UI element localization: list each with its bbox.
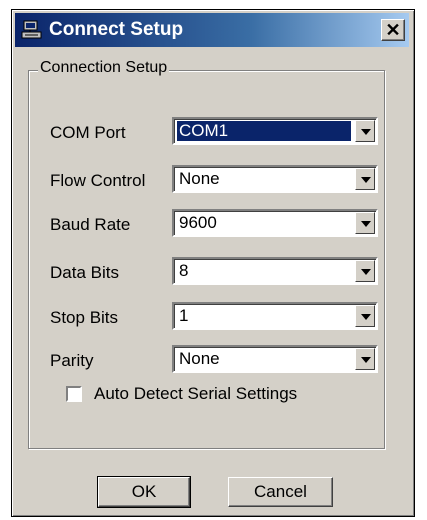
auto-detect-label[interactable]: Auto Detect Serial Settings xyxy=(94,383,297,405)
com-port-select[interactable]: COM1 xyxy=(172,117,378,145)
parity-select[interactable]: None xyxy=(172,345,378,373)
baud-rate-select[interactable]: 9600 xyxy=(172,209,378,237)
com-port-label: COM Port xyxy=(50,123,126,142)
chevron-down-icon[interactable] xyxy=(355,212,375,234)
chevron-down-icon[interactable] xyxy=(355,168,375,190)
stop-bits-value: 1 xyxy=(179,306,189,325)
flow-control-value: None xyxy=(179,169,220,188)
data-bits-label: Data Bits xyxy=(50,263,119,282)
auto-detect-checkbox[interactable] xyxy=(66,386,82,402)
baud-rate-value: 9600 xyxy=(179,213,217,232)
parity-value: None xyxy=(179,349,220,368)
data-bits-value: 8 xyxy=(179,261,189,280)
window-title: Connect Setup xyxy=(49,19,184,40)
chevron-down-icon[interactable] xyxy=(355,260,375,282)
cancel-button[interactable]: Cancel xyxy=(228,477,333,507)
stop-bits-select[interactable]: 1 xyxy=(172,302,378,330)
close-icon: ✕ xyxy=(385,20,401,40)
parity-label: Parity xyxy=(50,351,94,370)
data-bits-select[interactable]: 8 xyxy=(172,257,378,285)
chevron-down-icon[interactable] xyxy=(355,305,375,327)
baud-rate-label: Baud Rate xyxy=(50,215,131,234)
flow-control-select[interactable]: None xyxy=(172,165,378,193)
title-bar[interactable]: Connect Setup ✕ xyxy=(15,13,409,47)
group-label: Connection Setup xyxy=(38,58,170,78)
stop-bits-label: Stop Bits xyxy=(50,308,119,327)
chevron-down-icon[interactable] xyxy=(355,348,375,370)
com-port-value: COM1 xyxy=(176,120,352,142)
ok-button[interactable]: OK xyxy=(97,476,191,508)
chevron-down-icon[interactable] xyxy=(355,120,375,142)
close-button[interactable]: ✕ xyxy=(381,19,405,41)
connection-setup-icon xyxy=(21,20,42,39)
flow-control-label: Flow Control xyxy=(50,171,146,190)
